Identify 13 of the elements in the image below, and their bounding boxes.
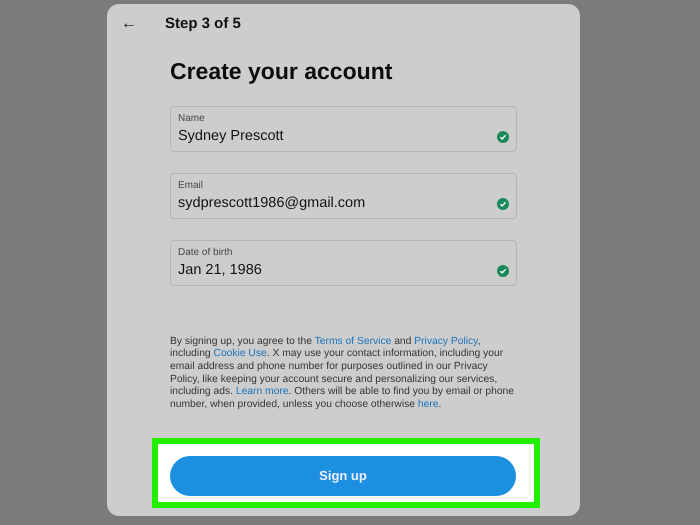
input-field[interactable]: Email sydprescott1986@gmail.com [170,172,517,219]
legal-link[interactable]: Learn more [236,386,288,398]
legal-text: By signing up, you agree to the Terms of Service and Privacy Policy, including Cookie Use. X may use your contact information, including your email address and phone number for purposes outlined in our Privacy Policy, like keeping your account secure and personalizing our services, including ads. Learn more. Others will be able to find you by email or phone number, when provided, unless you choose otherwise here. [170,336,516,412]
back-button[interactable]: ← [121,16,137,32]
legal-link[interactable]: Cookie Use [214,348,267,360]
input-field[interactable]: Date of birth Jan 21, 1986 [170,240,517,286]
form-title: Create your account [170,58,394,86]
legal-link[interactable]: Privacy Policy [414,336,478,347]
input-field[interactable]: Name Sydney Prescott [170,106,517,152]
step-indicator: Step 3 of 5 [165,14,241,34]
sign-up-button[interactable]: Sign up [170,456,516,496]
legal-link[interactable]: Terms of Service [314,336,392,347]
legal-link[interactable]: here [418,399,438,410]
